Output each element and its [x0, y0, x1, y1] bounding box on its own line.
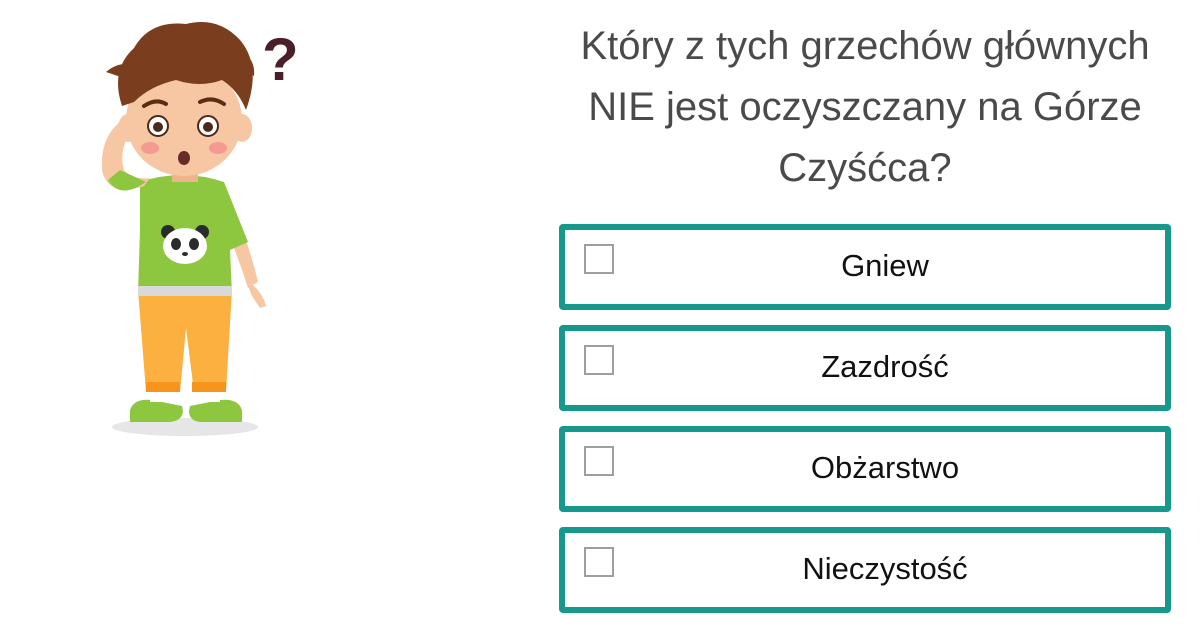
checkbox[interactable]: [584, 446, 614, 476]
answer-option-nieczystosc[interactable]: Nieczystość: [559, 527, 1171, 613]
checkbox[interactable]: [584, 244, 614, 274]
answer-options: Gniew Zazdrość Obżarstwo Nieczystość: [559, 224, 1171, 628]
answer-option-zazdrosc[interactable]: Zazdrość: [559, 325, 1171, 411]
question-line-3: Czyśćca?: [778, 146, 952, 190]
question-line-1: Który z tych grzechów głównych: [580, 24, 1150, 68]
answer-label: Zazdrość: [821, 349, 949, 384]
checkbox[interactable]: [584, 547, 614, 577]
question-mark-icon: ?: [262, 26, 299, 93]
answer-option-gniew[interactable]: Gniew: [559, 224, 1171, 310]
answer-label: Gniew: [841, 248, 929, 283]
answer-label: Nieczystość: [802, 551, 968, 586]
confused-boy-illustration: [101, 22, 266, 436]
question-text: Który z tych grzechów głównych NIE jest …: [540, 16, 1190, 199]
answer-option-obzarstwo[interactable]: Obżarstwo: [559, 426, 1171, 512]
answer-label: Obżarstwo: [810, 450, 960, 485]
checkbox[interactable]: [584, 345, 614, 375]
quiz-page: ? Który z tych grzechów głównych NIE jes…: [0, 0, 1200, 630]
question-line-2: NIE jest oczyszczany na Górze: [588, 85, 1142, 129]
